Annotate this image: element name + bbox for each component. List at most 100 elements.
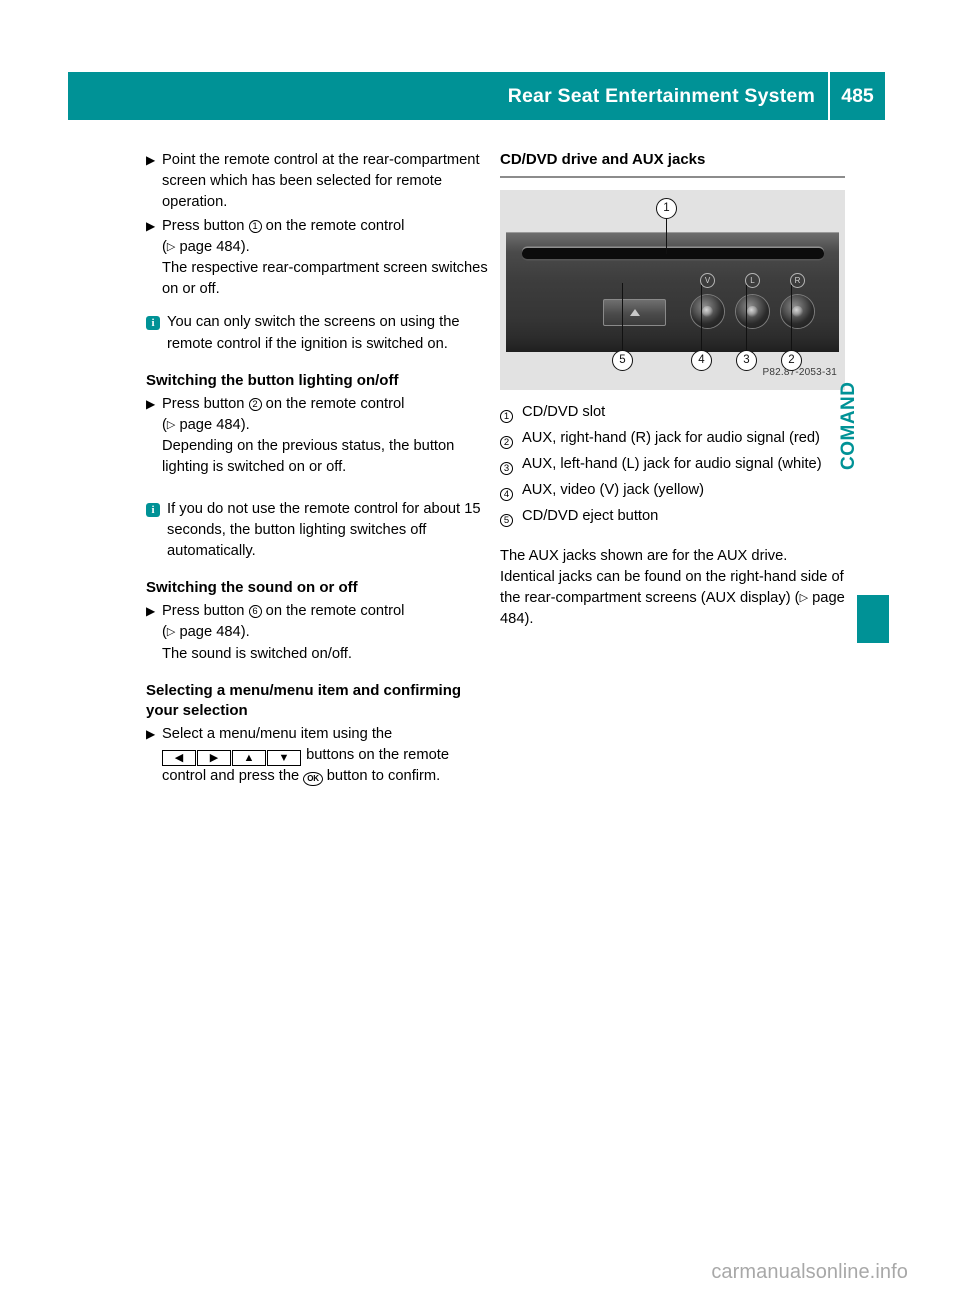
step-text-before: Press button: [162, 395, 245, 412]
info-note-text: You can only switch the screens on using…: [167, 314, 460, 352]
instruction-step: ▶ Select a menu/menu item using the ◀ ▶ ▲ ▼…: [146, 724, 491, 788]
step-result-text: Depending on the previous status, the bu…: [162, 438, 455, 476]
button-reference-2-icon: 2: [248, 397, 262, 411]
callout-leader-line: [665, 217, 668, 254]
legend-item: 5 CD/DVD eject button: [500, 506, 845, 531]
figure-legend: 1 CD/DVD slot 2 AUX, right-hand (R) jack…: [500, 402, 845, 532]
legend-item: 2 AUX, right-hand (R) jack for audio sig…: [500, 428, 845, 453]
step-text-before: Select a menu/menu item using the: [162, 725, 393, 742]
step-text: Select a menu/menu item using the ◀ ▶ ▲ ▼ b…: [162, 724, 491, 788]
legend-number-5-icon: 5: [500, 514, 513, 528]
button-reference-1-icon: 1: [248, 219, 262, 233]
step-text-before: Press button: [162, 603, 245, 620]
figure-callout-2: 2: [781, 349, 802, 371]
ok-button-icon: OK: [303, 772, 323, 787]
legend-number: 1: [500, 402, 522, 427]
step-text-after: on the remote control: [265, 395, 405, 412]
arrow-left-button-icon: ◀: [162, 750, 196, 767]
jack-label-right: R: [790, 272, 805, 288]
arrow-up-button-icon: ▲: [232, 750, 266, 767]
legend-label: CD/DVD slot: [522, 403, 606, 420]
legend-item: 4 AUX, video (V) jack (yellow): [500, 480, 845, 505]
cross-reference-arrow-icon: ▷: [166, 626, 176, 639]
cross-reference-arrow-icon: ▷: [799, 591, 809, 604]
step-text-after: on the remote control: [265, 603, 405, 620]
info-icon: i: [146, 316, 160, 331]
step-bullet-icon: ▶: [146, 396, 156, 411]
legend-number: 3: [500, 454, 522, 479]
figure-callout-5: 5: [612, 349, 633, 371]
step-text: Press button 1 on the remote control (▷ …: [162, 217, 405, 255]
jack-label-left: L: [745, 272, 760, 288]
legend-label: CD/DVD eject button: [522, 508, 659, 525]
legend-number: 5: [500, 506, 522, 531]
callout-leader-line: [621, 282, 624, 351]
step-text-after: on the remote control: [265, 217, 405, 234]
legend-item: 3 AUX, left-hand (L) jack for audio sign…: [500, 454, 845, 479]
legend-item: 1 CD/DVD slot: [500, 402, 845, 427]
eject-button[interactable]: [603, 298, 666, 326]
cross-reference-arrow-icon: ▷: [166, 419, 176, 432]
step-bullet-icon: ▶: [146, 218, 156, 233]
instruction-step: ▶ Press button 1 on the remote control (…: [146, 216, 491, 301]
page-number: 485: [841, 84, 874, 107]
side-tab-label: COMAND: [838, 381, 859, 471]
side-tab-block: [857, 595, 889, 643]
cd-dvd-drive-figure: V L R 1 2 3 4 5 P82.87-2053-31: [500, 189, 845, 390]
step-text: Press button 2 on the remote control (▷ …: [162, 395, 405, 434]
step-bullet-icon: ▶: [146, 604, 156, 619]
body-text-after: ).: [524, 611, 534, 628]
callout-leader-line: [700, 284, 703, 351]
eject-triangle-icon: [629, 308, 640, 316]
step-bullet-icon: ▶: [146, 153, 156, 167]
info-note-text: If you do not use the remote control for…: [167, 500, 481, 560]
aux-left-audio-jack: [736, 294, 769, 328]
arrow-right-button-icon: ▶: [197, 750, 231, 767]
info-icon: i: [146, 502, 160, 517]
watermark: carmanualsonline.info: [711, 1261, 908, 1283]
section-heading: CD/DVD drive and AUX jacks: [500, 151, 706, 168]
legend-number: 2: [500, 428, 522, 453]
step-result-text: The respective rear-compartment screen s…: [162, 260, 488, 298]
legend-label: AUX, video (V) jack (yellow): [522, 482, 705, 499]
step-text: Press button 6 on the remote control (▷ …: [162, 603, 405, 641]
legend-number: 4: [500, 480, 522, 505]
figure-callout-1: 1: [656, 197, 677, 219]
aux-video-jack: [691, 294, 724, 328]
aux-right-audio-jack: [781, 294, 814, 328]
step-result-text: The sound is switched on/off.: [162, 645, 352, 662]
jack-label-video: V: [700, 272, 715, 288]
left-column: ▶ Point the remote control at the rear-c…: [146, 150, 491, 789]
subheading-sound: Switching the sound on or off: [146, 579, 358, 597]
legend-label: AUX, right-hand (R) jack for audio signa…: [522, 429, 820, 446]
legend-number-3-icon: 3: [500, 461, 513, 475]
step-text-after: button to confirm.: [326, 768, 441, 785]
cd-dvd-slot: [522, 247, 824, 259]
drive-faceplate: V L R: [506, 231, 839, 352]
right-column: CD/DVD drive and AUX jacks V L R 1 2 3 4…: [500, 150, 845, 630]
cross-reference-label[interactable]: page 484: [179, 624, 240, 640]
subheading-button-lighting: Switching the button lighting on/off: [146, 371, 399, 389]
step-text: Point the remote control at the rear-com…: [162, 152, 480, 211]
instruction-step: ▶ Press button 6 on the remote control (…: [146, 601, 491, 665]
legend-number-2-icon: 2: [500, 435, 513, 449]
aux-jacks-description: The AUX jacks shown are for the AUX driv…: [500, 546, 845, 631]
subheading-select-menu: Selecting a menu/menu item and confirmin…: [146, 681, 462, 719]
legend-number-1-icon: 1: [500, 409, 513, 423]
callout-leader-line: [790, 284, 793, 351]
cross-reference-label[interactable]: page 484: [179, 239, 240, 255]
page-title: Rear Seat Entertainment System: [507, 84, 815, 107]
legend-number-4-icon: 4: [500, 488, 513, 502]
info-note: i If you do not use the remote control f…: [146, 499, 491, 563]
info-note: i You can only switch the screens on usi…: [146, 312, 491, 354]
figure-callout-4: 4: [691, 349, 712, 371]
heading-rule: [500, 176, 845, 178]
cross-reference-arrow-icon: ▷: [166, 240, 176, 253]
step-bullet-icon: ▶: [146, 726, 156, 741]
cross-reference-label[interactable]: page 484: [179, 417, 240, 433]
legend-label: AUX, left-hand (L) jack for audio signal…: [522, 455, 822, 472]
callout-leader-line: [745, 284, 748, 351]
body-text-before: The AUX jacks shown are for the AUX driv…: [500, 547, 844, 606]
instruction-step: ▶ Press button 2 on the remote control (…: [146, 394, 491, 479]
